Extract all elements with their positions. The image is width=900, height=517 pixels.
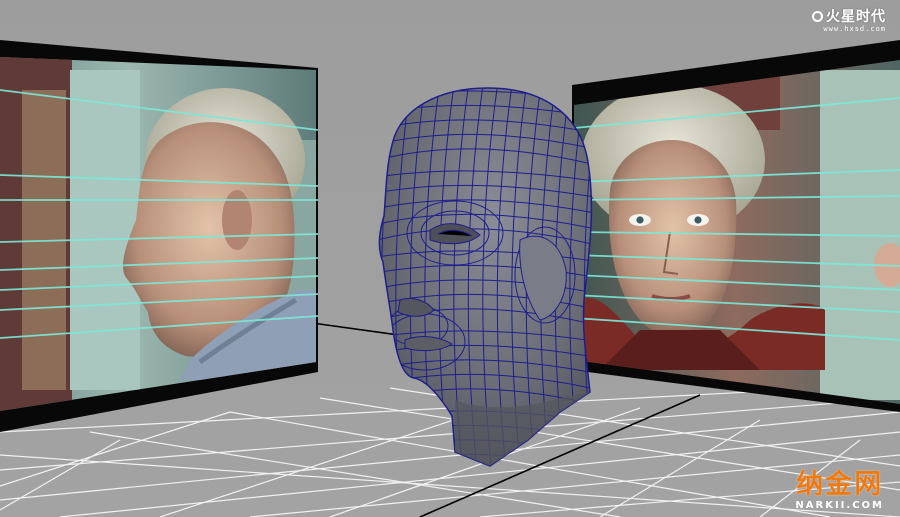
viewport-scene[interactable] — [0, 0, 900, 517]
3d-viewport[interactable]: 火星时代 www.hxsd.com 纳金网 NARKII.COM — [0, 0, 900, 517]
front-view-image-plane[interactable] — [570, 40, 900, 415]
